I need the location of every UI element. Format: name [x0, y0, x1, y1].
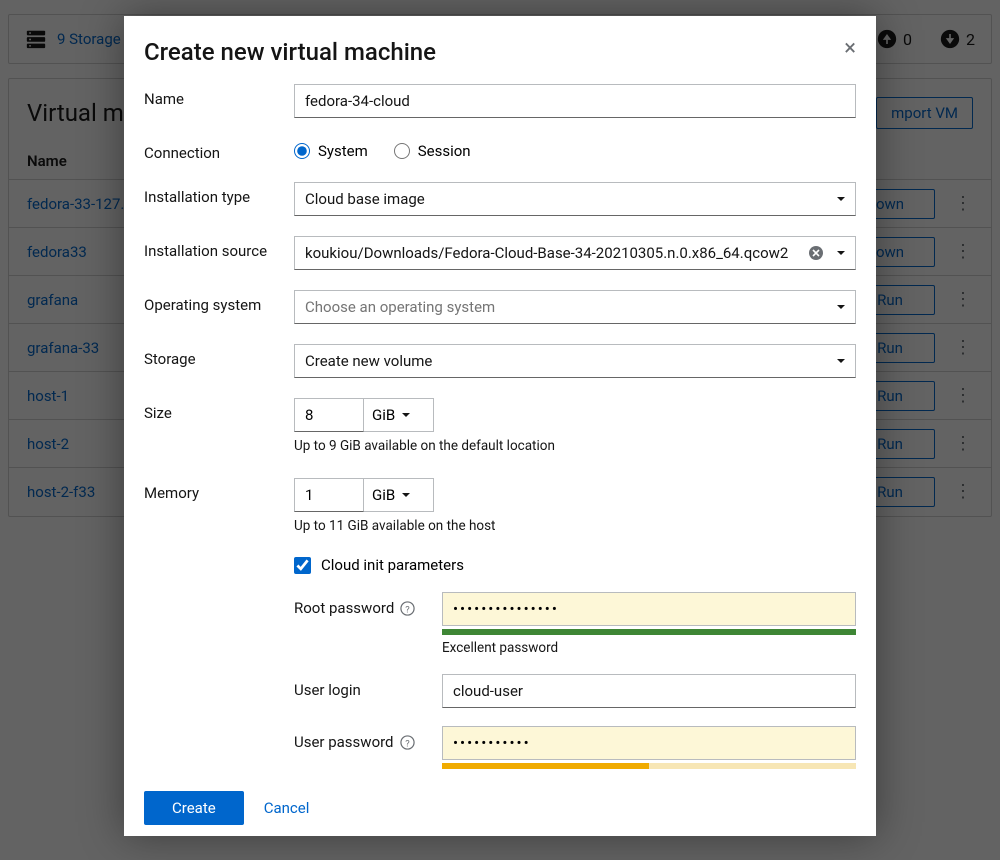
label-name: Name [144, 84, 294, 108]
size-helper-text: Up to 9 GiB available on the default loc… [294, 438, 856, 454]
clear-icon[interactable] [808, 245, 824, 261]
svg-text:?: ? [405, 738, 410, 749]
create-vm-modal: Create new virtual machine × Name Connec… [124, 16, 876, 836]
install-type-select[interactable] [294, 182, 856, 216]
caret-down-icon [401, 406, 411, 424]
label-memory: Memory [144, 478, 294, 502]
help-icon[interactable]: ? [400, 601, 415, 616]
label-install-type: Installation type [144, 182, 294, 206]
label-os: Operating system [144, 290, 294, 314]
radio-session-input[interactable] [394, 143, 410, 159]
radio-system-input[interactable] [294, 143, 310, 159]
user-login-input[interactable] [442, 674, 856, 708]
cloud-init-input[interactable] [294, 557, 311, 574]
label-size: Size [144, 398, 294, 422]
label-root-password: Root password ? [294, 592, 442, 617]
label-connection: Connection [144, 138, 294, 162]
root-password-strength-text: Excellent password [442, 640, 856, 656]
label-user-password: User password ? [294, 726, 442, 751]
label-storage: Storage [144, 344, 294, 368]
cancel-button[interactable]: Cancel [264, 799, 310, 817]
root-password-input[interactable] [442, 592, 856, 626]
name-input[interactable] [294, 84, 856, 118]
label-install-source: Installation source [144, 236, 294, 260]
cloud-init-checkbox[interactable]: Cloud init parameters [294, 556, 856, 574]
caret-down-icon [401, 486, 411, 504]
size-unit-select[interactable]: GiB [364, 398, 434, 432]
help-icon[interactable]: ? [400, 735, 415, 750]
user-password-strength-bar [442, 763, 856, 769]
memory-helper-text: Up to 11 GiB available on the host [294, 518, 856, 534]
create-button[interactable]: Create [144, 791, 244, 825]
os-select[interactable] [294, 290, 856, 324]
user-password-input[interactable] [442, 726, 856, 760]
connection-system-radio[interactable]: System [294, 142, 368, 160]
memory-unit-select[interactable]: GiB [364, 478, 434, 512]
root-password-strength-bar [442, 629, 856, 635]
close-icon[interactable]: × [844, 38, 856, 60]
svg-text:?: ? [406, 604, 411, 615]
memory-input[interactable] [294, 478, 364, 512]
size-input[interactable] [294, 398, 364, 432]
connection-session-radio[interactable]: Session [394, 142, 471, 160]
install-source-input[interactable] [294, 236, 856, 270]
storage-select[interactable] [294, 344, 856, 378]
label-user-login: User login [294, 674, 442, 699]
modal-title: Create new virtual machine [144, 38, 436, 66]
